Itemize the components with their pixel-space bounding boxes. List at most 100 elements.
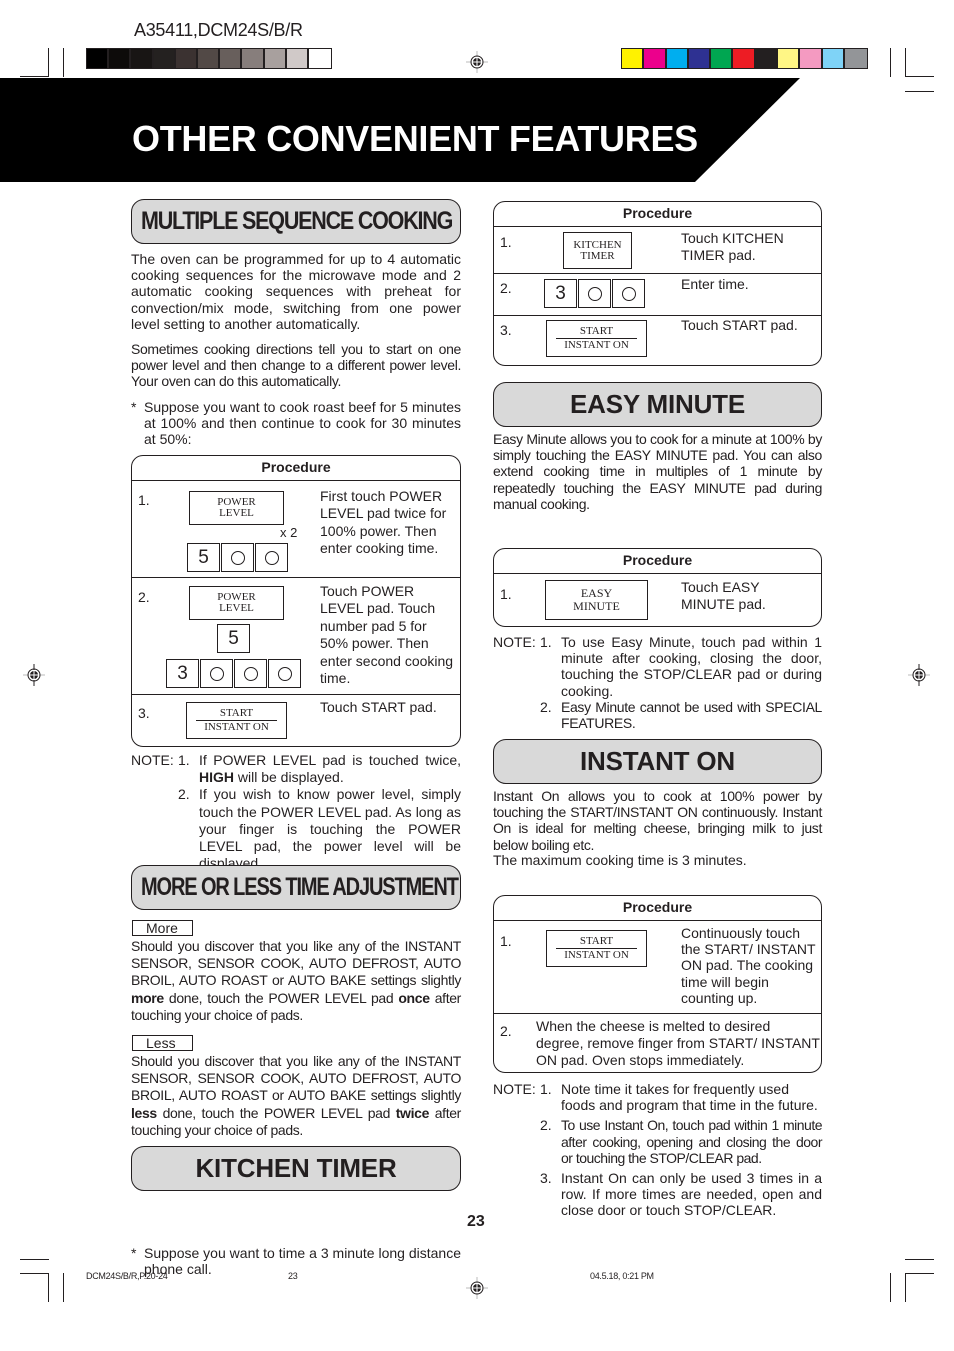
note-number: 1.: [540, 634, 552, 650]
bold-text: more: [131, 989, 164, 1006]
registration-mark-icon: [23, 664, 45, 686]
procedure-step: 1. KITCHEN TIMER Touch KITCHEN TIMER pad…: [494, 227, 821, 274]
section-heading-text: EASY MINUTE: [569, 389, 745, 419]
text-part: Should you discover that you like any of…: [131, 938, 461, 989]
color-swatch: [844, 49, 868, 68]
pad-label: TIMER: [580, 249, 615, 262]
note-number: 2.: [540, 1117, 552, 1134]
number-key-3: 3: [544, 279, 577, 308]
note-item: 2. Easy Minute cannot be used with SPECI…: [493, 699, 822, 731]
color-swatch: [286, 49, 309, 68]
note-number: 1.: [178, 752, 190, 768]
example-text: Suppose you want to time a 3 minute long…: [144, 1244, 461, 1277]
number-key-0: [578, 279, 611, 308]
notes-easy-minute: NOTE: 1. To use Easy Minute, touch pad w…: [493, 634, 822, 731]
color-swatch: [644, 49, 667, 68]
note-text-part: will be displayed.: [234, 769, 344, 786]
crop-mark: [48, 48, 49, 77]
pad-label: INSTANT ON: [204, 721, 269, 733]
power-level-pad: POWER LEVEL: [189, 491, 284, 525]
footer-page: 23: [288, 1271, 298, 1281]
number-keys: 3: [544, 279, 646, 308]
step-number: 1.: [500, 586, 512, 602]
more-description: Should you discover that you like any of…: [131, 938, 461, 1024]
crop-mark: [905, 76, 934, 77]
section-heading-text: MORE OR LESS TIME ADJUSTMENT: [141, 873, 459, 901]
number-key-0: [234, 659, 267, 688]
color-swatch: [822, 49, 845, 68]
note-number: 1.: [540, 1081, 552, 1097]
power-level-pad: POWER LEVEL: [189, 586, 284, 620]
procedure-step: 1. EASY MINUTE Touch EASY MINUTE pad.: [494, 574, 821, 626]
step-number: 2.: [138, 589, 150, 605]
step-text: Touch EASY MINUTE pad.: [681, 579, 766, 613]
easy-minute-pad: EASY MINUTE: [545, 580, 648, 620]
pad-label: LEVEL: [219, 602, 254, 614]
instant-on-description: Instant On allows you to cook at 100% po…: [493, 788, 822, 853]
color-swatch: [733, 49, 756, 68]
step-number: 3.: [500, 322, 512, 338]
section-heading-easy-minute: EASY MINUTE: [493, 382, 822, 427]
color-swatch: [131, 49, 154, 68]
crop-mark: [905, 91, 934, 92]
number-keys: 3: [166, 659, 302, 688]
zero-circle-icon: [587, 286, 602, 301]
note-label: NOTE:: [493, 1081, 536, 1097]
number-key-single: 5: [217, 624, 251, 653]
note-item: 3. Instant On can only be used 3 times i…: [493, 1170, 822, 1219]
note-text: If you wish to know power level, simply …: [199, 786, 461, 872]
note-label: NOTE:: [131, 752, 174, 768]
footer-timestamp: 04.5.18, 0:21 PM: [590, 1271, 654, 1281]
zero-circle-icon: [209, 666, 224, 681]
note-text: To use Easy Minute, touch pad within 1 m…: [561, 634, 822, 699]
step-text: First touch POWER LEVEL pad twice for 10…: [320, 488, 447, 557]
number-key-5: 5: [187, 543, 220, 572]
color-swatch: [197, 49, 221, 68]
procedure-table-instant-on: Procedure 1. START INSTANT ON Continuous…: [493, 895, 822, 1073]
procedure-step: 1. START INSTANT ON Continuously touch t…: [494, 921, 821, 1014]
multiplier-label: x 2: [280, 525, 298, 540]
pad-label: INSTANT ON: [564, 339, 629, 351]
text-part: done, touch the POWER LEVEL pad: [156, 1104, 396, 1121]
pad-label: LEVEL: [219, 507, 254, 519]
step-number: 2.: [500, 1023, 512, 1039]
notes-multiple-sequence: NOTE: 1. If POWER LEVEL pad is touched t…: [131, 752, 461, 872]
bold-text: twice: [395, 1104, 430, 1121]
page-number: 23: [467, 1213, 485, 1230]
procedure-table-kitchen-timer: Procedure 1. KITCHEN TIMER Touch KITCHEN…: [493, 201, 822, 366]
note-text: If POWER LEVEL pad is touched twice, HIG…: [199, 752, 461, 786]
procedure-step: 2. When the cheese is melted to desired …: [494, 1014, 821, 1072]
bold-text: less: [131, 1104, 157, 1121]
bold-text: once: [398, 989, 430, 1006]
step-number: 3.: [138, 705, 150, 721]
procedure-step: 3. START INSTANT ON Touch START pad.: [132, 695, 460, 746]
procedure-step: 3. START INSTANT ON Touch START pad.: [494, 316, 821, 364]
crop-mark: [905, 1273, 906, 1302]
zero-circle-icon: [277, 666, 292, 681]
color-swatch: [308, 49, 332, 68]
step-text: Continuously touch the START/ INSTANT ON…: [681, 925, 816, 1006]
step-text: Touch POWER LEVEL pad. Touch number pad …: [320, 583, 454, 687]
note-item: 2. To use Instant On, touch pad within 1…: [493, 1117, 823, 1166]
pad-label: MINUTE: [573, 599, 620, 613]
procedure-step: 2. POWER LEVEL 5 3 Touch POWER LEVEL pad…: [132, 578, 460, 695]
pad-label: START: [579, 935, 614, 947]
start-instant-on-pad: START INSTANT ON: [186, 702, 287, 739]
pad-label: START: [219, 707, 254, 719]
model-code: A35411,DCM24S/B/R: [134, 20, 303, 40]
text-part: Should you discover that you like any of…: [131, 1053, 461, 1104]
step-number: 1.: [500, 933, 512, 949]
easy-minute-description: Easy Minute allows you to cook for a min…: [493, 431, 822, 512]
procedure-title: Procedure: [132, 456, 460, 481]
section-heading-time-adjustment: MORE OR LESS TIME ADJUSTMENT: [131, 865, 461, 910]
color-swatch: [264, 49, 287, 68]
color-swatch: [622, 49, 645, 68]
note-item: NOTE: 1. Note time it takes for frequent…: [493, 1081, 822, 1113]
number-key-0: [612, 279, 645, 308]
color-swatch: [666, 49, 689, 68]
section-heading-instant-on: INSTANT ON: [493, 739, 822, 784]
color-swatch: [688, 49, 712, 68]
zero-circle-icon: [264, 550, 279, 565]
crop-mark: [905, 48, 906, 77]
color-swatch: [153, 49, 176, 68]
